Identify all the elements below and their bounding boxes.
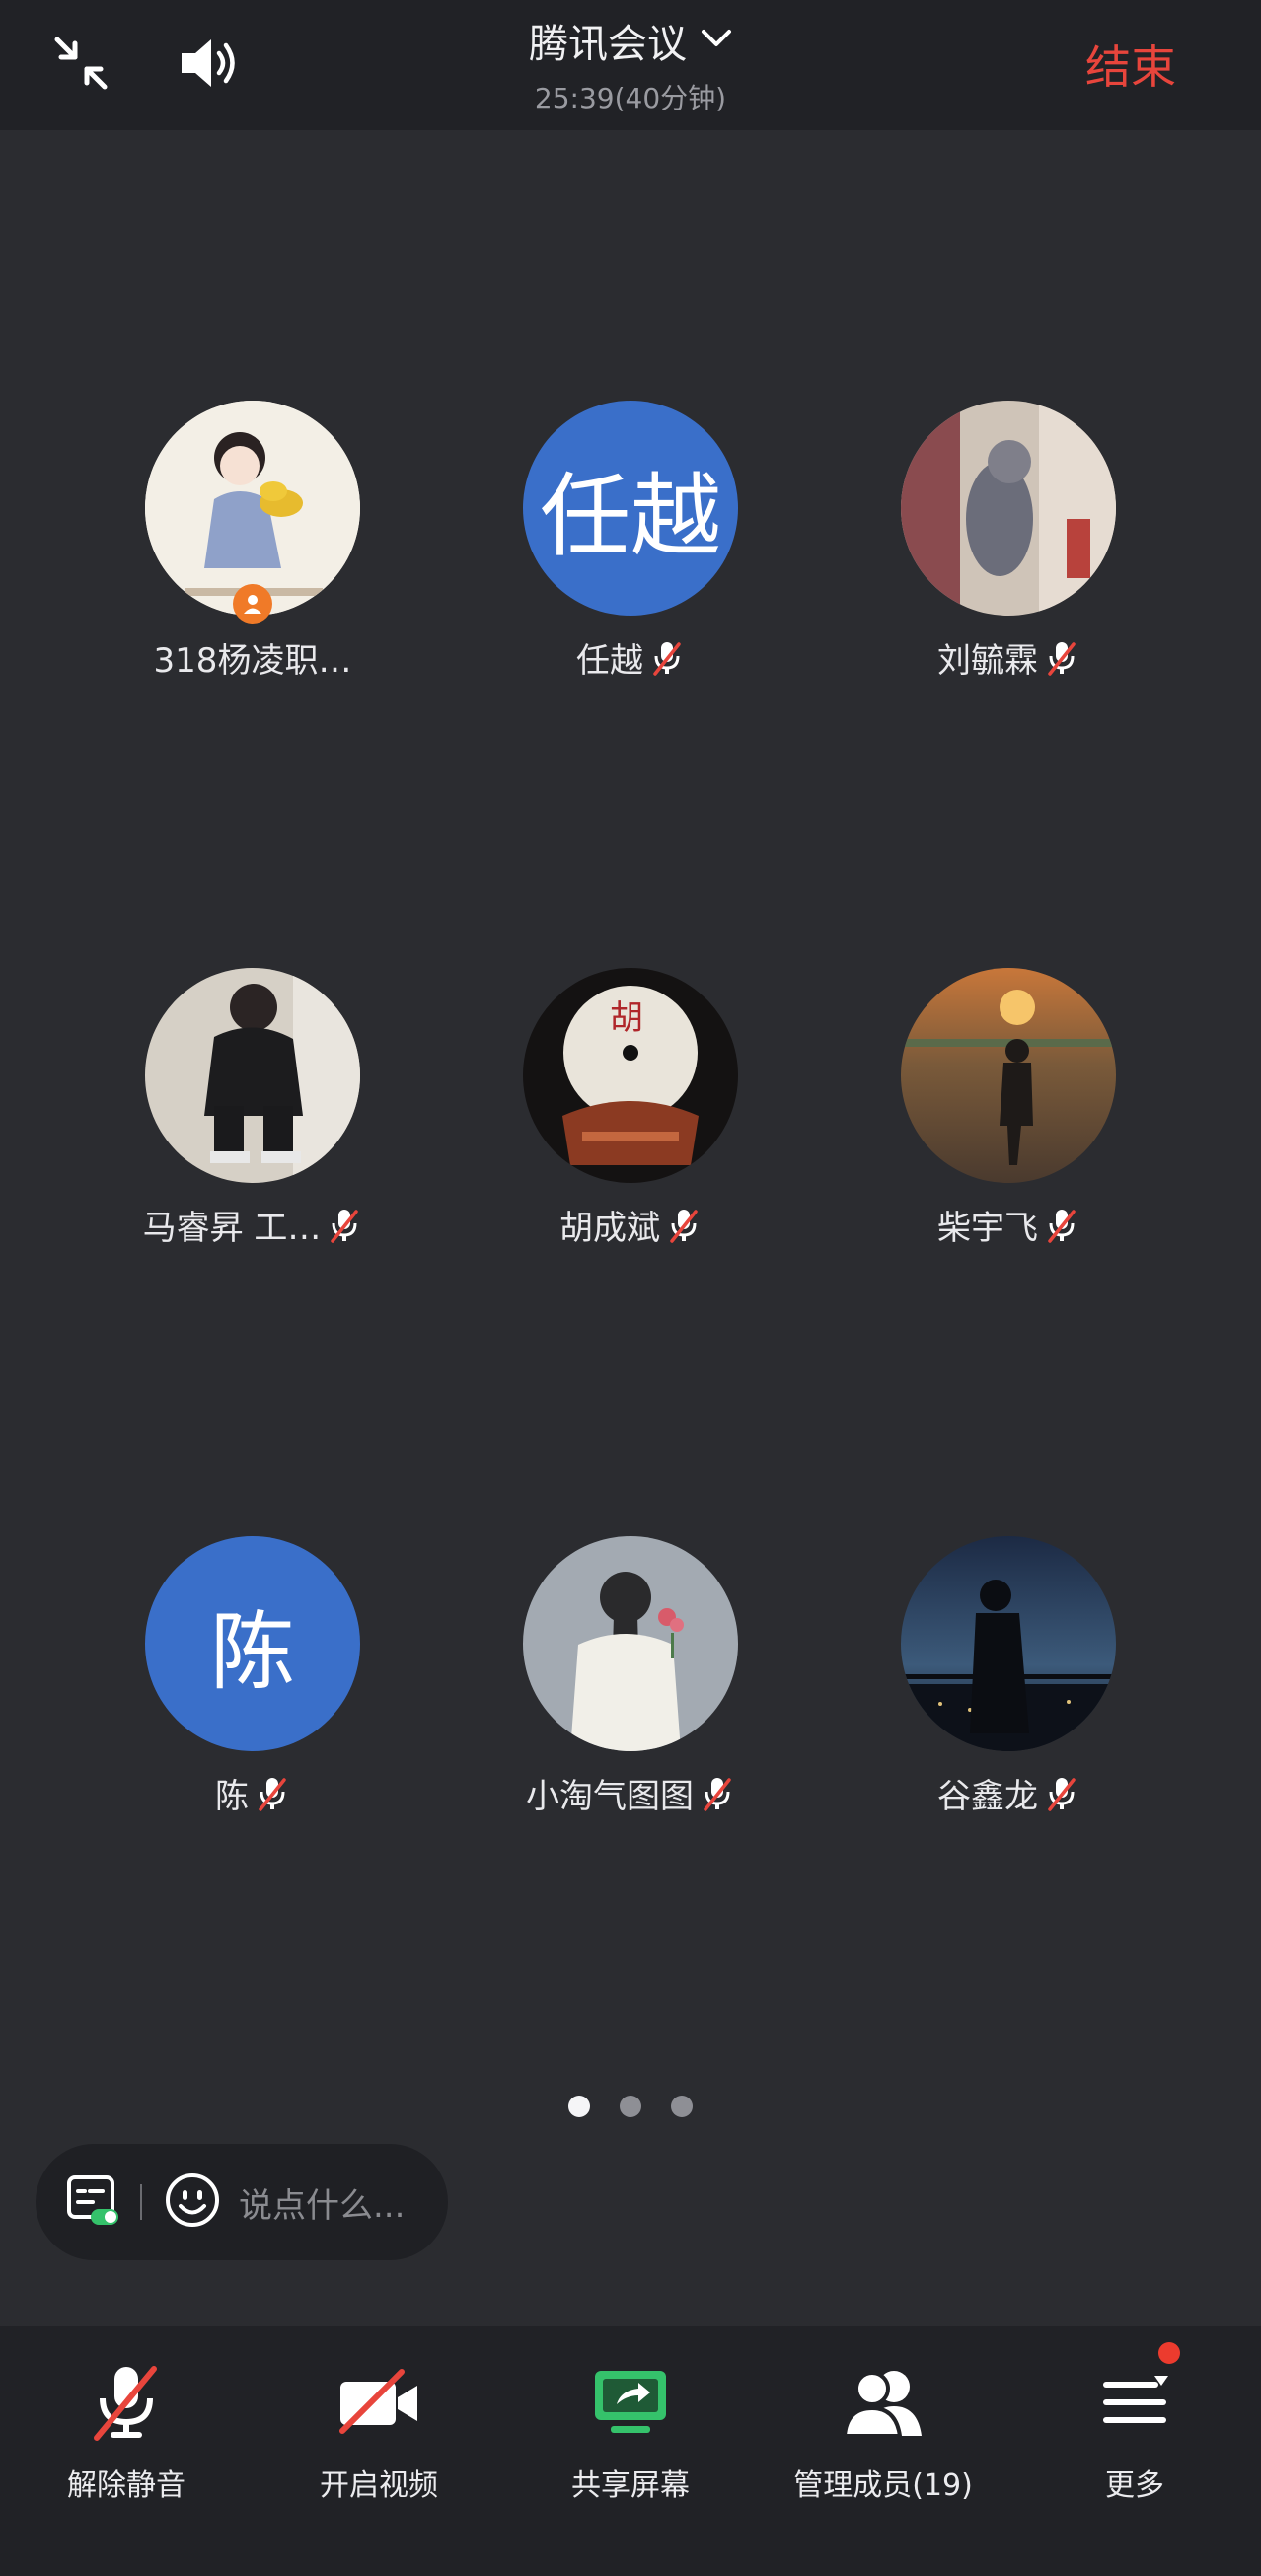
bottom-toolbar: 解除静音 开启视频 共享屏幕 管理成员(19) 更多 xyxy=(0,2326,1261,2576)
participant-tile[interactable]: 马睿昇 工… xyxy=(55,968,450,1249)
participant-name: 柴宇飞 xyxy=(937,1209,1038,1248)
participant-avatar xyxy=(145,968,360,1183)
participant-name-row: 谷鑫龙 xyxy=(937,1769,1079,1817)
participant-tile[interactable]: 刘毓霖 xyxy=(811,401,1206,682)
participant-name-row: 陈 xyxy=(215,1769,290,1817)
start-video-button[interactable]: 开启视频 xyxy=(260,2348,497,2504)
participant-avatar xyxy=(901,401,1116,616)
unmute-label: 解除静音 xyxy=(67,2468,185,2503)
unmute-button[interactable]: 解除静音 xyxy=(8,2348,245,2504)
participant-avatar: 胡 xyxy=(523,968,738,1183)
participant-name: 胡成斌 xyxy=(559,1209,660,1248)
participant-name: 谷鑫龙 xyxy=(937,1777,1038,1816)
page-dot[interactable] xyxy=(568,2096,590,2117)
participant-tile[interactable]: 小淘气图图 xyxy=(433,1536,828,1817)
share-screen-icon xyxy=(512,2348,749,2457)
participant-name: 刘毓霖 xyxy=(937,641,1038,681)
mic-muted-icon xyxy=(670,1209,698,1243)
participant-name: 陈 xyxy=(215,1777,249,1816)
mic-muted-icon xyxy=(331,1209,359,1243)
participant-avatar: 任越 xyxy=(523,401,738,616)
participant-avatar: 陈 xyxy=(145,1536,360,1751)
mic-muted-icon xyxy=(1048,1209,1076,1243)
participant-name: 马睿昇 工… xyxy=(142,1209,322,1248)
host-icon xyxy=(233,584,272,624)
video-off-icon xyxy=(260,2348,497,2457)
manage-members-button[interactable]: 管理成员(19) xyxy=(765,2348,1001,2504)
participant-tile[interactable]: 陈 陈 xyxy=(55,1536,450,1817)
start-video-label: 开启视频 xyxy=(320,2468,438,2503)
share-screen-label: 共享屏幕 xyxy=(571,2468,690,2503)
page-dot[interactable] xyxy=(620,2096,641,2117)
participant-name: 318杨凌职… xyxy=(153,641,352,681)
participant-tile[interactable]: 谷鑫龙 xyxy=(811,1536,1206,1817)
page-dot[interactable] xyxy=(671,2096,693,2117)
participant-name-row: 318杨凌职… xyxy=(154,633,352,682)
mic-muted-icon xyxy=(8,2348,245,2457)
more-label: 更多 xyxy=(1105,2468,1164,2503)
subtitle-icon[interactable] xyxy=(65,2171,122,2233)
participant-tile[interactable]: 胡 胡成斌 xyxy=(433,968,828,1249)
participant-name-row: 小淘气图图 xyxy=(526,1769,735,1817)
participant-name-row: 任越 xyxy=(576,633,685,682)
participant-tile[interactable]: 任越 任越 xyxy=(433,401,828,682)
participant-name: 任越 xyxy=(576,641,643,681)
participant-avatar xyxy=(523,1536,738,1751)
mic-muted-icon xyxy=(259,1777,286,1811)
participant-name-row: 马睿昇 工… xyxy=(143,1201,363,1249)
participant-avatar xyxy=(901,968,1116,1183)
participant-tile[interactable]: 柴宇飞 xyxy=(811,968,1206,1249)
participant-name-row: 刘毓霖 xyxy=(937,633,1079,682)
participant-tile[interactable]: 318杨凌职… xyxy=(55,401,450,682)
chat-input-pill[interactable]: 说点什么... xyxy=(36,2144,448,2260)
svg-text:胡: 胡 xyxy=(610,998,643,1038)
mic-muted-icon xyxy=(1048,1777,1076,1811)
mic-muted-icon xyxy=(1048,641,1076,676)
participant-name: 小淘气图图 xyxy=(526,1777,694,1816)
more-button[interactable]: 更多 xyxy=(1016,2342,1253,2504)
notification-dot xyxy=(1158,2342,1180,2364)
divider xyxy=(140,2184,142,2220)
participant-avatar xyxy=(901,1536,1116,1751)
chat-placeholder[interactable]: 说点什么... xyxy=(239,2178,405,2227)
participant-name-row: 柴宇飞 xyxy=(937,1201,1079,1249)
menu-icon xyxy=(1016,2348,1253,2457)
manage-members-label: 管理成员(19) xyxy=(793,2468,973,2503)
mic-muted-icon xyxy=(653,641,681,676)
participant-name-row: 胡成斌 xyxy=(559,1201,702,1249)
mic-muted-icon xyxy=(704,1777,731,1811)
emoji-icon[interactable] xyxy=(164,2171,221,2233)
page-indicator[interactable] xyxy=(0,2096,1261,2117)
share-screen-button[interactable]: 共享屏幕 xyxy=(512,2348,749,2504)
members-icon xyxy=(765,2348,1001,2457)
